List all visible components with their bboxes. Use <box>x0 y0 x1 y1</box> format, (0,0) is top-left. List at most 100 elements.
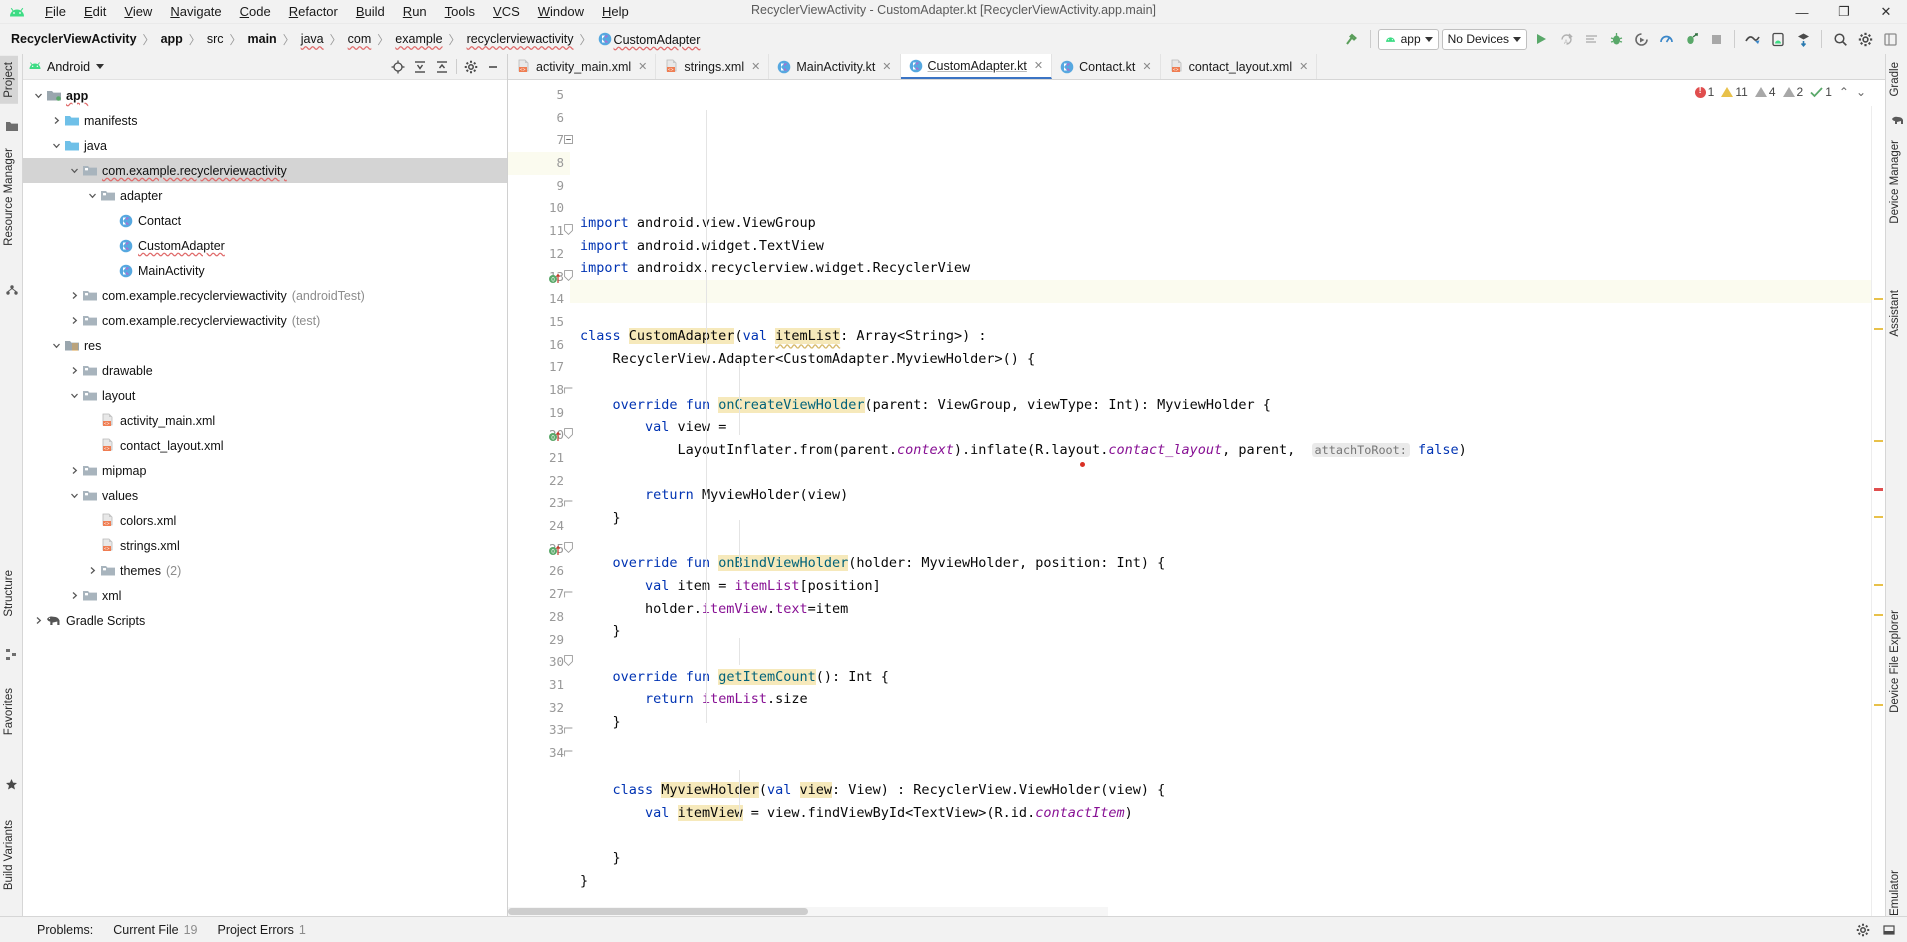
editor-tab-customadapter-kt[interactable]: CustomAdapter.kt ✕ <box>900 54 1053 79</box>
sdk-manager-icon[interactable] <box>1792 28 1814 50</box>
chevron-down-icon[interactable] <box>67 489 81 503</box>
tree-item-colors-xml[interactable]: <> colors.xml <box>23 508 507 533</box>
code-line-26[interactable]: return itemList.size <box>570 688 1885 711</box>
chevron-right-icon[interactable] <box>67 364 81 378</box>
line-number-26[interactable]: 26 <box>508 560 570 583</box>
editor-tab-contact-kt[interactable]: Contact.kt ✕ <box>1052 54 1161 79</box>
menu-item-navigate[interactable]: Navigate <box>161 2 230 21</box>
analysis-marker-bar[interactable] <box>1871 106 1885 942</box>
line-number-33[interactable]: 33 <box>508 719 573 742</box>
breadcrumb-item-recyclerviewactivity[interactable]: recyclerviewactivity <box>466 32 575 46</box>
project-structure-icon[interactable] <box>1879 28 1901 50</box>
line-number-9[interactable]: 9 <box>508 175 570 198</box>
sidebar-tab-emulator[interactable]: Emulator <box>1886 864 1904 922</box>
code-line-28[interactable] <box>570 734 1885 757</box>
menu-item-view[interactable]: View <box>115 2 161 21</box>
line-number-6[interactable]: 6 <box>508 107 570 130</box>
line-number-21[interactable]: 21 <box>508 447 570 470</box>
chevron-down-icon[interactable] <box>85 189 99 203</box>
menu-item-build[interactable]: Build <box>347 2 394 21</box>
tree-item-app[interactable]: app <box>23 83 507 108</box>
warning-marker[interactable] <box>1874 614 1883 616</box>
maximize-button[interactable]: ❐ <box>1823 0 1865 24</box>
code-line-20[interactable]: override fun onBindViewHolder(holder: My… <box>570 552 1885 575</box>
sidebar-tab-structure[interactable]: Structure <box>0 564 18 623</box>
checkmark-count[interactable]: 1 <box>1810 85 1832 99</box>
error-marker[interactable] <box>1874 488 1883 491</box>
warning-marker[interactable] <box>1874 298 1883 300</box>
code-line-30[interactable]: class MyviewHolder(val view: View) : Rec… <box>570 779 1885 802</box>
settings-gear-icon[interactable] <box>461 57 481 77</box>
debug-icon[interactable] <box>1605 28 1627 50</box>
horizontal-scrollbar[interactable] <box>508 907 1108 916</box>
line-number-28[interactable]: 28 <box>508 606 570 629</box>
line-number-16[interactable]: 16 <box>508 334 570 357</box>
editor-tab-contact-layout-xml[interactable]: <> contact_layout.xml ✕ <box>1161 54 1318 79</box>
menu-item-run[interactable]: Run <box>394 2 436 21</box>
chevron-right-icon[interactable] <box>67 589 81 603</box>
apply-code-changes-icon[interactable] <box>1580 28 1602 50</box>
tree-item-com-example-recyclerviewactivity[interactable]: com.example.recyclerviewactivity (test) <box>23 308 507 333</box>
collapse-all-icon[interactable] <box>432 57 452 77</box>
menu-item-refactor[interactable]: Refactor <box>280 2 347 21</box>
line-number-11[interactable]: 11 <box>508 220 573 243</box>
line-number-17[interactable]: 17 <box>508 356 570 379</box>
code-line-33[interactable]: } <box>570 847 1885 870</box>
sidebar-tab-assistant[interactable]: Assistant <box>1886 284 1904 343</box>
code-line-27[interactable]: } <box>570 711 1885 734</box>
breadcrumb-item-src[interactable]: src <box>206 32 225 46</box>
sidebar-tab-device-file-explorer[interactable]: Device File Explorer <box>1886 604 1904 719</box>
sidebar-tab-resource-manager[interactable]: Resource Manager <box>0 142 18 252</box>
editor-tab-mainactivity-kt[interactable]: MainActivity.kt ✕ <box>769 54 901 79</box>
search-icon[interactable] <box>1829 28 1851 50</box>
warning-marker[interactable] <box>1874 328 1883 330</box>
menu-item-edit[interactable]: Edit <box>75 2 115 21</box>
menu-item-vcs[interactable]: VCS <box>484 2 529 21</box>
tree-item-drawable[interactable]: drawable <box>23 358 507 383</box>
warning-count[interactable]: 11 <box>1721 85 1748 99</box>
chevron-down-icon[interactable] <box>49 339 63 353</box>
close-icon[interactable]: ✕ <box>1034 59 1043 72</box>
breadcrumb-item-main[interactable]: main <box>247 32 278 46</box>
code-line-7[interactable]: import androidx.recyclerview.widget.Recy… <box>570 257 1885 280</box>
line-number-20[interactable]: 20 O <box>508 424 573 447</box>
chevron-down-icon[interactable] <box>31 89 45 103</box>
minimize-button[interactable]: — <box>1781 0 1823 24</box>
line-number-22[interactable]: 22 <box>508 470 570 493</box>
code-line-16[interactable] <box>570 462 1885 485</box>
close-button[interactable]: ✕ <box>1865 0 1907 24</box>
code-line-29[interactable] <box>570 757 1885 780</box>
editor-tab-activity-main-xml[interactable]: <> activity_main.xml ✕ <box>508 54 657 79</box>
line-number-5[interactable]: 5 <box>508 84 570 107</box>
close-icon[interactable]: ✕ <box>1299 60 1308 73</box>
menu-item-tools[interactable]: Tools <box>436 2 484 21</box>
sidebar-tab-build-variants[interactable]: Build Variants <box>0 814 18 896</box>
line-number-14[interactable]: 14 <box>508 288 570 311</box>
editor-tab-strings-xml[interactable]: <> strings.xml ✕ <box>656 54 770 79</box>
chevron-right-icon[interactable] <box>49 114 63 128</box>
code-line-22[interactable]: holder.itemView.text=item <box>570 598 1885 621</box>
settings-gear-icon[interactable] <box>1854 28 1876 50</box>
chevron-down-icon[interactable] <box>67 389 81 403</box>
sync-gradle-icon[interactable] <box>1742 28 1764 50</box>
expand-all-icon[interactable] <box>410 57 430 77</box>
chevron-right-icon[interactable] <box>67 289 81 303</box>
code-line-34[interactable]: } <box>570 870 1885 893</box>
tree-item-customadapter[interactable]: CustomAdapter <box>23 233 507 258</box>
code-line-5[interactable]: import android.view.ViewGroup <box>570 212 1885 235</box>
code-line-21[interactable]: val item = itemList[position] <box>570 575 1885 598</box>
line-number-19[interactable]: 19 <box>508 402 570 425</box>
warning-marker[interactable] <box>1874 704 1883 706</box>
code-line-8[interactable] <box>570 280 1885 303</box>
stop-icon[interactable] <box>1705 28 1727 50</box>
tree-item-res[interactable]: res <box>23 333 507 358</box>
chevron-down-icon[interactable] <box>49 139 63 153</box>
tree-item-java[interactable]: java <box>23 133 507 158</box>
sidebar-tab-gradle[interactable]: Gradle <box>1886 56 1904 103</box>
code-line-24[interactable] <box>570 643 1885 666</box>
line-number-7[interactable]: 7 <box>508 129 573 152</box>
scrollbar-thumb[interactable] <box>508 908 808 915</box>
breadcrumb-item-example[interactable]: example <box>394 32 443 46</box>
close-icon[interactable]: ✕ <box>638 60 647 73</box>
code-line-19[interactable] <box>570 530 1885 553</box>
